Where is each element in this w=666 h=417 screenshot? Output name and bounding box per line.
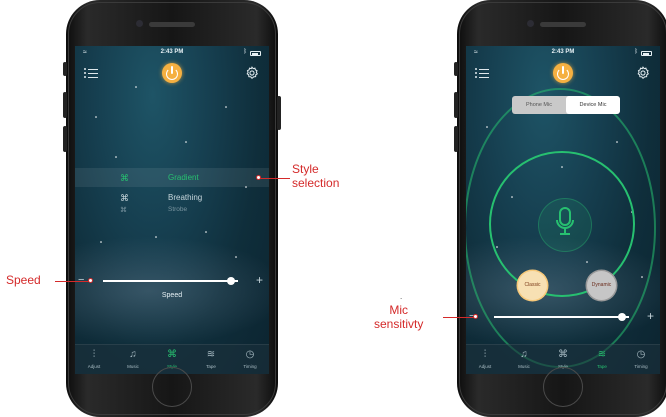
speed-decrease-button[interactable]: − — [78, 274, 84, 286]
tab-timing[interactable]: ◷ Timing — [232, 348, 268, 369]
annotation-stray-dot: . — [400, 292, 403, 301]
device-mic-option[interactable]: Device Mic — [566, 96, 620, 114]
status-bar: ≈ 2:43 PM ᛒ — [75, 49, 269, 59]
home-button[interactable] — [152, 367, 192, 407]
earpiece-speaker — [149, 22, 195, 27]
style-icon: ⌘ — [120, 193, 129, 203]
menu-list-icon[interactable] — [475, 67, 489, 79]
style-icon: ⌘ — [167, 349, 177, 360]
phone-left: ≈ 2:43 PM ᛒ ⌘ Gradient ⌘ Breathing ⌘ Str… — [63, 0, 281, 417]
annotation-dot — [256, 175, 261, 180]
annotation-text: selection — [292, 176, 340, 190]
mic-sensitivity-slider[interactable]: − + — [466, 309, 660, 324]
style-item-gradient[interactable]: ⌘ Gradient — [75, 168, 269, 187]
annotation-mic-sensitivity: Mic sensitivty — [374, 303, 423, 331]
canvas: ≈ 2:43 PM ᛒ ⌘ Gradient ⌘ Breathing ⌘ Str… — [0, 0, 666, 417]
dynamic-mode-button[interactable]: Dynamic — [587, 271, 616, 300]
annotation-speed: Speed — [6, 273, 41, 287]
annotation-text: Mic — [389, 303, 409, 317]
adjust-icon: ⫶ — [92, 349, 96, 360]
tape-icon: ≋ — [597, 349, 607, 360]
style-icon: ⌘ — [120, 207, 127, 214]
tab-label: Timing — [243, 364, 257, 369]
tab-label: Music — [518, 364, 530, 369]
front-camera — [136, 20, 143, 27]
sensitivity-increase-button[interactable]: + — [647, 309, 654, 323]
annotation-line — [443, 317, 475, 318]
style-label: Gradient — [168, 173, 199, 182]
tab-label: Timing — [634, 364, 648, 369]
style-item-strobe[interactable]: ⌘ Strobe — [75, 204, 269, 216]
tab-label: Music — [127, 364, 139, 369]
tab-style[interactable]: ⌘ Style — [545, 348, 581, 369]
sensitivity-slider-thumb[interactable] — [618, 313, 627, 321]
gear-icon[interactable] — [245, 66, 259, 80]
annotation-line — [55, 281, 90, 282]
tab-music[interactable]: ♫ Music — [115, 348, 151, 369]
status-time: 2:43 PM — [160, 49, 184, 55]
style-label: Strobe — [168, 206, 188, 213]
speed-slider-track[interactable] — [103, 280, 238, 282]
speed-increase-button[interactable]: + — [256, 273, 263, 287]
speed-slider[interactable]: − + — [75, 273, 269, 288]
speed-label: Speed — [161, 292, 183, 299]
style-icon: ⌘ — [558, 349, 568, 360]
bluetooth-icon: ᛒ — [243, 49, 247, 55]
mic-source-toggle: Phone Mic Device Mic — [512, 96, 620, 114]
bluetooth-icon: ᛒ — [634, 49, 638, 55]
battery-icon — [250, 51, 261, 56]
gear-icon[interactable] — [636, 66, 650, 80]
tab-tape[interactable]: ≋ Tape — [193, 348, 229, 369]
annotation-dot — [88, 278, 93, 283]
front-camera — [527, 20, 534, 27]
tape-icon: ≋ — [206, 349, 216, 360]
speed-slider-thumb[interactable] — [227, 277, 236, 285]
style-label: Breathing — [168, 193, 203, 202]
tab-timing[interactable]: ◷ Timing — [623, 348, 659, 369]
annotation-dot — [473, 314, 478, 319]
status-time: 2:43 PM — [551, 49, 575, 55]
menu-list-icon[interactable] — [84, 67, 98, 79]
microphone-icon — [556, 207, 574, 235]
tab-tape[interactable]: ≋ Tape — [584, 348, 620, 369]
tab-style[interactable]: ⌘ Style — [154, 348, 190, 369]
battery-icon — [641, 51, 652, 56]
power-button[interactable] — [162, 63, 182, 83]
sensitivity-slider-track[interactable] — [494, 316, 629, 318]
annotation-line — [260, 178, 290, 179]
annotation-text: sensitivty — [374, 317, 424, 331]
tab-label: Adjust — [478, 364, 492, 369]
annotation-style-selection: Style selection — [292, 162, 339, 190]
home-button[interactable] — [543, 367, 583, 407]
screen-tape: ≈ 2:43 PM ᛒ Phone Mic Device Mic Classic… — [466, 46, 660, 374]
tab-label: Tape — [206, 364, 216, 369]
tab-adjust[interactable]: ⫶ Adjust — [467, 348, 503, 369]
annotation-text: Style — [292, 162, 319, 176]
music-icon: ♫ — [129, 349, 137, 360]
phone-right: ≈ 2:43 PM ᛒ Phone Mic Device Mic Classic… — [454, 0, 666, 417]
music-icon: ♫ — [520, 349, 528, 360]
style-icon: ⌘ — [120, 173, 129, 183]
tab-music[interactable]: ♫ Music — [506, 348, 542, 369]
status-bar: ≈ 2:43 PM ᛒ — [466, 49, 660, 59]
power-button[interactable] — [553, 63, 573, 83]
timing-icon: ◷ — [636, 349, 646, 360]
tab-label: Adjust — [87, 364, 101, 369]
tab-label: Tape — [597, 364, 607, 369]
screen-style: ≈ 2:43 PM ᛒ ⌘ Gradient ⌘ Breathing ⌘ Str… — [75, 46, 269, 374]
earpiece-speaker — [540, 22, 586, 27]
timing-icon: ◷ — [245, 349, 255, 360]
phone-mic-option[interactable]: Phone Mic — [512, 96, 566, 114]
adjust-icon: ⫶ — [483, 349, 487, 360]
tab-adjust[interactable]: ⫶ Adjust — [76, 348, 112, 369]
classic-mode-button[interactable]: Classic — [518, 271, 547, 300]
